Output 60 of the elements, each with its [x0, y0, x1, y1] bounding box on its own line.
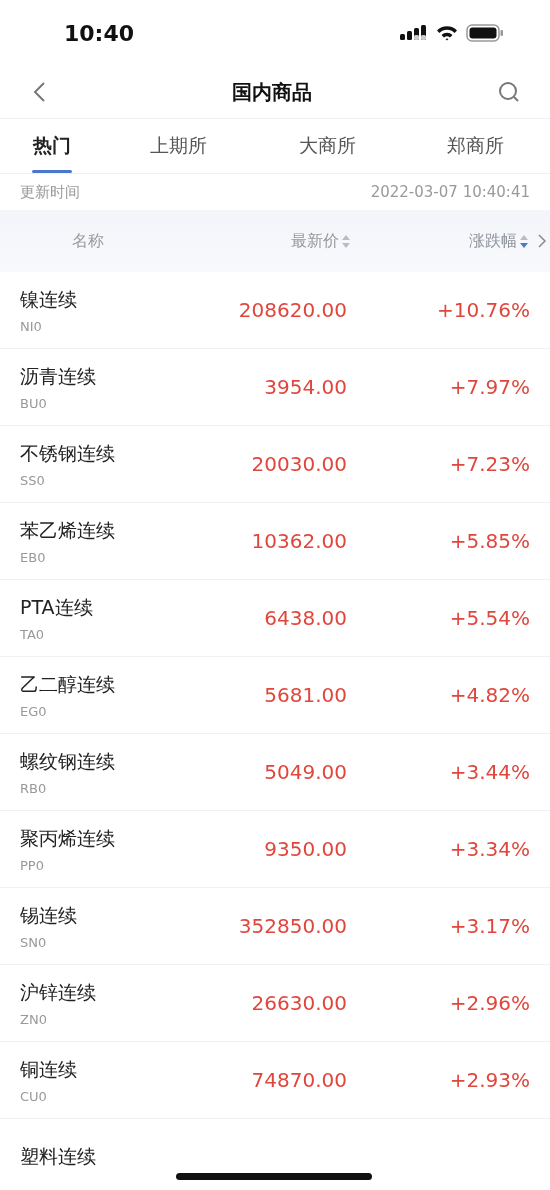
commodity-code: RB0	[20, 780, 48, 796]
commodity-name: 锡连续	[20, 902, 78, 928]
commodity-code: PP0	[20, 857, 45, 873]
commodity-code: CU0	[20, 1088, 48, 1104]
battery-icon	[466, 24, 504, 42]
commodity-name: 镍连续	[20, 286, 78, 312]
change-cell-text: +7.97%	[448, 375, 530, 399]
change-cell-text: +5.54%	[448, 606, 530, 630]
price-cell-text: 26630.00	[250, 991, 347, 1015]
signal-icon	[400, 25, 428, 41]
commodity-code: BU0	[20, 395, 48, 411]
change-cell-text: +3.17%	[448, 914, 530, 938]
update-time: 2022-03-07 10:40:41	[370, 183, 530, 201]
search-icon[interactable]	[498, 81, 520, 103]
change-cell-text: +3.44%	[448, 760, 530, 784]
price-cell-text: 10362.00	[250, 529, 347, 553]
sort-icon[interactable]	[520, 234, 528, 248]
change-cell-text: +7.23%	[448, 452, 530, 476]
commodity-name: 乙二醇连续	[20, 671, 116, 697]
price-cell-text: 352850.00	[237, 914, 347, 938]
status-time: 10:40	[64, 20, 135, 46]
commodity-code: NI0	[20, 318, 43, 334]
back-icon[interactable]	[32, 81, 46, 103]
page-title: 国内商品	[232, 78, 312, 106]
price-cell-text: 5681.00	[263, 683, 347, 707]
price-cell-text: 6438.00	[263, 606, 347, 630]
commodity-code: ZN0	[20, 1011, 48, 1027]
commodity-name: 铜连续	[20, 1056, 78, 1082]
price-cell-text: 9350.00	[263, 837, 347, 861]
commodity-name: 聚丙烯连续	[20, 825, 116, 851]
commodity-name: PTA连续	[20, 594, 94, 620]
tab[interactable]: 热门	[0, 119, 105, 173]
commodity-code: SS0	[20, 472, 46, 488]
commodity-code: TA0	[20, 626, 46, 642]
update-label: 更新时间	[20, 182, 80, 202]
change-cell-text: +3.34%	[448, 837, 530, 861]
commodity-name: 苯乙烯连续	[20, 517, 116, 543]
commodity-name: 塑料连续	[20, 1144, 97, 1169]
commodity-code: SN0	[20, 934, 48, 950]
commodity-name: 沪锌连续	[20, 979, 97, 1005]
wifi-icon	[436, 25, 458, 41]
commodity-name: 不锈钢连续	[20, 440, 116, 466]
price-cell-text: 74870.00	[250, 1068, 347, 1092]
commodity-code: EB0	[20, 549, 47, 565]
tab[interactable]: 上期所	[104, 119, 253, 173]
price-cell-text: 5049.00	[263, 760, 347, 784]
commodity-code: EG0	[20, 703, 48, 719]
change-cell-text: +2.93%	[448, 1068, 530, 1092]
change-cell-text: +2.96%	[448, 991, 530, 1015]
price-cell-text: 3954.00	[263, 375, 347, 399]
tab[interactable]: 大商所	[252, 119, 402, 173]
commodity-name: 螺纹钢连续	[20, 748, 116, 774]
change-cell-text: +5.85%	[448, 529, 530, 553]
chevron-right-icon[interactable]	[538, 234, 546, 248]
commodity-name: 沥青连续	[20, 363, 97, 389]
change-cell-text: +4.82%	[448, 683, 530, 707]
tab[interactable]: 郑商所	[401, 119, 550, 173]
price-cell-text: 208620.00	[237, 298, 347, 322]
price-cell-text: 20030.00	[250, 452, 347, 476]
change-cell-text: +10.76%	[435, 298, 530, 322]
